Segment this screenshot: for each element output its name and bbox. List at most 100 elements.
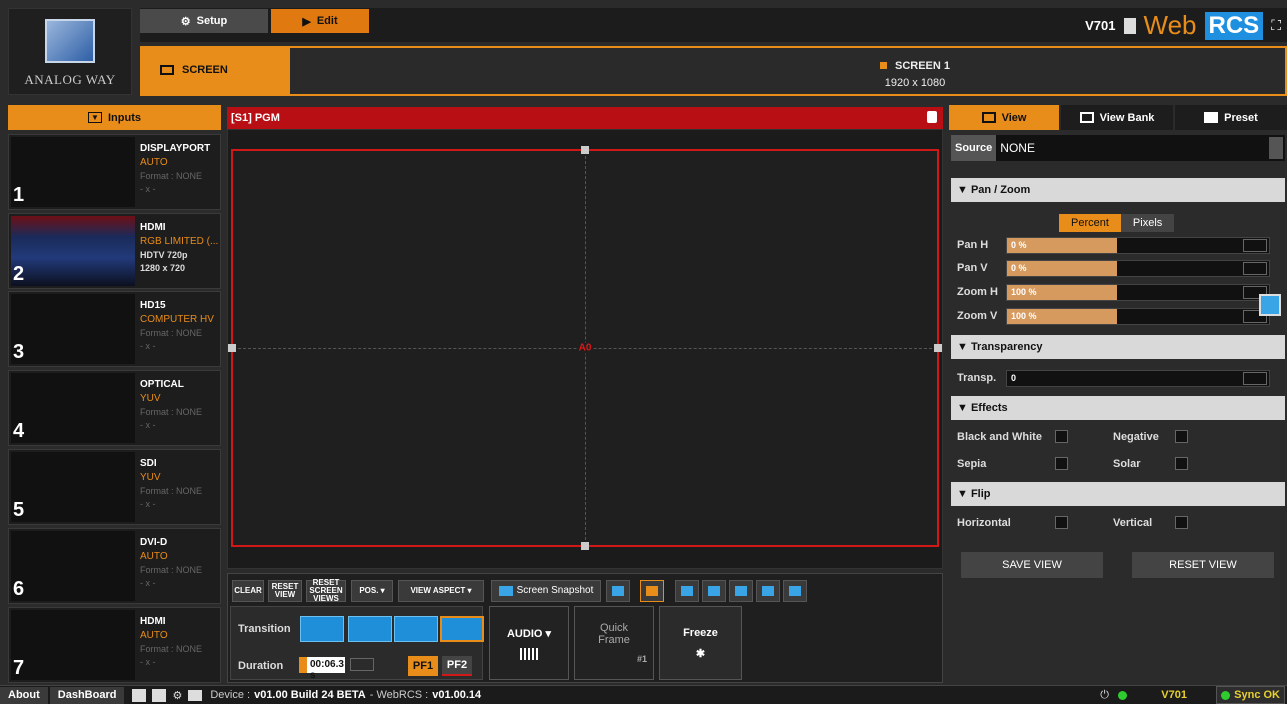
grid-icon[interactable] [606, 580, 630, 602]
audio-button[interactable]: AUDIO ▾ [489, 606, 569, 680]
input-format: Format : NONE [140, 644, 203, 654]
transparency-stepper[interactable] [1243, 372, 1267, 385]
position-dropdown[interactable]: POS. ▾ [351, 580, 393, 602]
pan-v-label: Pan V [957, 262, 988, 274]
transition-fade-icon[interactable] [348, 616, 392, 642]
input-format: Format : NONE [140, 486, 203, 496]
resize-handle-right[interactable] [934, 344, 942, 352]
pan-h-slider[interactable]: 0 % [1006, 237, 1270, 254]
reset-screen-views-button[interactable]: RESET SCREEN VIEWS [306, 579, 346, 603]
transition-cut-icon[interactable] [300, 616, 344, 642]
pgm-preview[interactable]: A0 [227, 129, 943, 569]
duration-input[interactable]: 00:06.3 s [299, 657, 345, 681]
zoom-h-slider[interactable]: 100 % [1006, 284, 1270, 301]
clear-button[interactable]: CLEAR [232, 580, 264, 602]
tab-setup[interactable]: ⚙ Setup [140, 9, 268, 33]
input-card-4[interactable]: 4 OPTICAL YUV Format : NONE - x - [8, 370, 221, 446]
pan-zoom-section[interactable]: ▼ Pan / Zoom [951, 178, 1285, 202]
layer-label[interactable]: A0 [576, 342, 594, 354]
source-select[interactable]: Source NONE [951, 135, 1285, 161]
view-panel: Source NONE ▼ Pan / Zoom Percent Pixels … [949, 130, 1287, 683]
fullscreen-layer-icon[interactable] [783, 580, 807, 602]
resize-handle-bottom[interactable] [581, 542, 589, 550]
input-card-6[interactable]: 6 DVI-D AUTO Format : NONE - x - [8, 528, 221, 604]
tab-view[interactable]: View [949, 105, 1059, 130]
inputs-title: Inputs [108, 111, 141, 124]
input-card-5[interactable]: 5 SDI YUV Format : NONE - x - [8, 449, 221, 525]
power-status-dot [1118, 690, 1127, 700]
fit-layer-icon[interactable] [702, 580, 726, 602]
input-card-1[interactable]: 1 DISPLAYPORT AUTO Format : NONE - x - [8, 134, 221, 210]
pan-h-stepper[interactable] [1243, 239, 1267, 252]
align-layer-icon[interactable] [729, 580, 753, 602]
snap-icon[interactable] [640, 580, 664, 602]
layer-canvas[interactable]: A0 [228, 146, 942, 550]
percent-option[interactable]: Percent [1059, 214, 1121, 232]
resize-handle-left[interactable] [228, 344, 236, 352]
transition-mix-icon[interactable] [440, 616, 484, 642]
quick-frame-button[interactable]: Quick Frame #1 [574, 606, 654, 680]
transition-wipe-icon[interactable] [394, 616, 438, 642]
solar-checkbox[interactable] [1175, 457, 1188, 470]
tab-view-bank[interactable]: View Bank [1061, 105, 1173, 130]
pan-v-slider[interactable]: 0 % [1006, 260, 1270, 277]
unit-toggle[interactable]: Percent Pixels [1059, 214, 1175, 232]
resize-handle-top[interactable] [581, 146, 589, 154]
negative-checkbox[interactable] [1175, 430, 1188, 443]
view-aspect-dropdown[interactable]: VIEW ASPECT ▾ [398, 580, 484, 602]
save-view-button[interactable]: SAVE VIEW [961, 552, 1103, 578]
reset-view-button[interactable]: RESET VIEW [268, 580, 302, 602]
transparency-slider[interactable]: 0 [1006, 370, 1270, 387]
tab-edit[interactable]: ▶ Edit [271, 9, 369, 33]
input-card-7[interactable]: 7 HDMI AUTO Format : NONE - x - [8, 607, 221, 683]
flip-section[interactable]: ▼ Flip [951, 482, 1285, 506]
dashboard-button[interactable]: DashBoard [49, 686, 125, 704]
freeze-button[interactable]: Freeze ✱ [659, 606, 742, 680]
input-resolution: 1280 x 720 [140, 263, 186, 273]
resize-layer-icon[interactable] [675, 580, 699, 602]
book-icon[interactable] [1123, 17, 1136, 34]
screen-snapshot-button[interactable]: Screen Snapshot [491, 580, 601, 602]
tab-preset[interactable]: Preset [1175, 105, 1287, 130]
sync-status: Sync OK [1216, 686, 1285, 704]
flip-vertical-checkbox[interactable] [1175, 516, 1188, 529]
screen-color-icon [880, 62, 887, 69]
screen-1-tab[interactable]: SCREEN 1 1920 x 1080 [880, 58, 950, 92]
screen-selector[interactable]: SCREEN [160, 64, 228, 76]
power-icon[interactable]: ⏻ [1100, 689, 1109, 702]
lock-ratio-icon[interactable] [1259, 294, 1281, 316]
settings-icon[interactable]: ⚙ [172, 689, 182, 702]
camera-icon[interactable] [188, 689, 203, 701]
input-card-3[interactable]: 3 HD15 COMPUTER HV Format : NONE - x - [8, 291, 221, 367]
inputs-header[interactable]: ▼ Inputs [8, 105, 221, 130]
pan-v-stepper[interactable] [1243, 262, 1267, 275]
fullscreen-icon[interactable]: ⛶ [1271, 17, 1281, 34]
input-number: 6 [13, 578, 25, 600]
pixels-option[interactable]: Pixels [1120, 214, 1175, 232]
duration-stepper[interactable] [350, 658, 374, 671]
input-resolution: - x - [140, 657, 156, 667]
zoom-v-slider[interactable]: 100 % [1006, 308, 1270, 325]
chevron-down-icon[interactable] [1269, 137, 1283, 159]
pgm-title: [S1] PGM [231, 112, 280, 124]
input-format: HDTV 720p [140, 250, 188, 260]
transparency-section[interactable]: ▼ Transparency [951, 335, 1285, 359]
reset-view-panel-button[interactable]: RESET VIEW [1132, 552, 1274, 578]
pan-v-value: 0 % [1011, 263, 1027, 273]
black-white-checkbox[interactable] [1055, 430, 1068, 443]
sepia-checkbox[interactable] [1055, 457, 1068, 470]
input-card-2[interactable]: 2 HDMI RGB LIMITED (... HDTV 720p 1280 x… [8, 213, 221, 289]
input-resolution: - x - [140, 341, 156, 351]
link-icon[interactable] [152, 688, 167, 702]
input-number: 2 [13, 263, 25, 285]
input-resolution: - x - [140, 499, 156, 509]
tools-icon[interactable] [132, 688, 147, 702]
input-name: DVI-D [140, 537, 168, 548]
pf1-button[interactable]: PF1 [408, 656, 438, 676]
pattern-icon[interactable] [756, 580, 780, 602]
about-button[interactable]: About [0, 686, 48, 704]
effects-section[interactable]: ▼ Effects [951, 396, 1285, 420]
pf2-button[interactable]: PF2 [442, 656, 472, 676]
lock-icon[interactable] [927, 111, 937, 123]
flip-horizontal-checkbox[interactable] [1055, 516, 1068, 529]
